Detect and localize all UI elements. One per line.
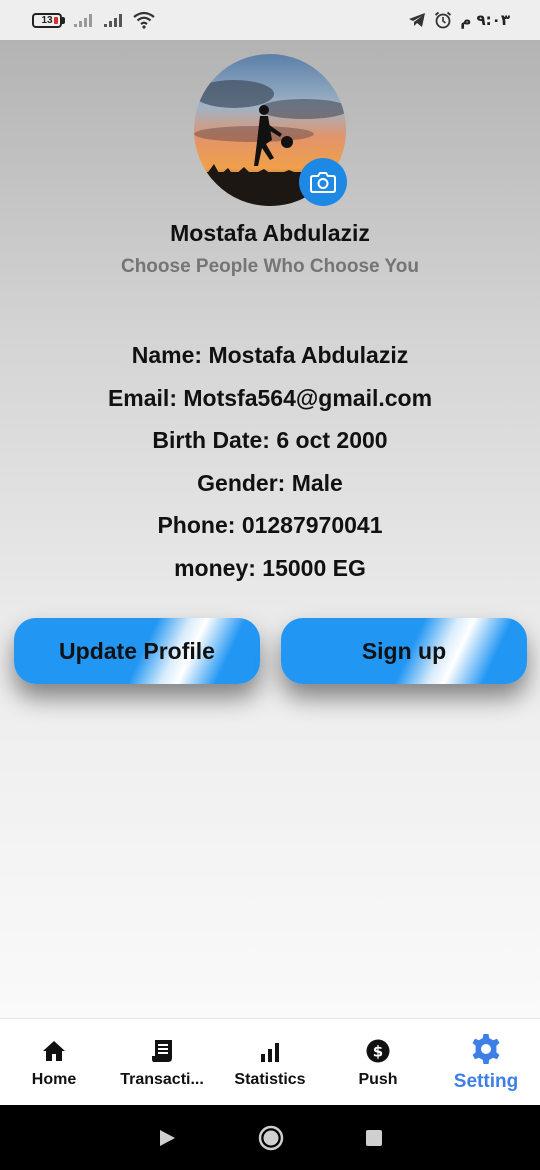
battery-icon: 13 — [32, 12, 65, 28]
sign-up-button[interactable]: Sign up — [281, 618, 527, 684]
camera-icon — [310, 172, 336, 193]
change-photo-button[interactable] — [299, 158, 347, 206]
telegram-icon — [408, 12, 426, 28]
update-profile-button[interactable]: Update Profile — [14, 618, 260, 684]
status-right: ٩:٠٣ م — [408, 11, 510, 29]
wifi-icon — [133, 11, 155, 29]
profile-tagline: Choose People Who Choose You — [120, 256, 420, 277]
bottom-nav: Home Transacti... Statistics $ Push Sett… — [0, 1018, 540, 1105]
gear-icon — [472, 1034, 500, 1064]
home-icon — [43, 1041, 65, 1061]
profile-info: Name: Mostafa Abdulaziz Email: Motsfa564… — [0, 334, 540, 590]
nav-item-transactions[interactable]: Transacti... — [108, 1019, 216, 1105]
info-email: Email: Motsfa564@gmail.com — [107, 384, 433, 411]
dollar-icon: $ — [366, 1039, 390, 1063]
nav-label-setting: Setting — [453, 1071, 519, 1092]
info-name: Name: Mostafa Abdulaziz — [131, 342, 409, 368]
nav-item-setting[interactable]: Setting — [432, 1019, 540, 1105]
system-nav-bar — [0, 1105, 540, 1170]
nav-label-statistics: Statistics — [234, 1071, 306, 1088]
signal-icon — [103, 13, 125, 27]
nav-label-transactions: Transacti... — [120, 1071, 204, 1088]
nav-label-push: Push — [358, 1071, 398, 1088]
svg-text:$: $ — [373, 1043, 383, 1061]
nav-item-home[interactable]: Home — [0, 1019, 108, 1105]
nav-item-statistics[interactable]: Statistics — [216, 1019, 324, 1105]
info-birth-date: Birth Date: 6 oct 2000 — [152, 427, 388, 454]
avatar-container — [194, 54, 347, 206]
status-time: ٩:٠٣ م — [460, 11, 510, 29]
bar-chart-icon — [261, 1043, 279, 1062]
info-phone: Phone: 01287970041 — [157, 512, 383, 539]
receipt-icon — [152, 1040, 172, 1062]
signal-icon — [73, 13, 95, 27]
info-money: money: 15000 EG — [174, 554, 366, 581]
status-left: 13 — [32, 11, 155, 29]
profile-name: Mostafa Abdulaziz — [170, 220, 370, 246]
status-bar: 13 ٩:٠٣ م — [0, 0, 540, 40]
home-circle-icon[interactable] — [258, 1125, 284, 1151]
nav-item-push[interactable]: $ Push — [324, 1019, 432, 1105]
battery-level: 13 — [41, 14, 53, 26]
back-icon[interactable] — [158, 1129, 176, 1147]
info-gender: Gender: Male — [197, 469, 343, 496]
recents-icon[interactable] — [366, 1129, 382, 1146]
profile-screen: Mostafa Abdulaziz Choose People Who Choo… — [0, 40, 540, 1018]
nav-label-home: Home — [31, 1071, 77, 1088]
alarm-icon — [434, 11, 452, 29]
